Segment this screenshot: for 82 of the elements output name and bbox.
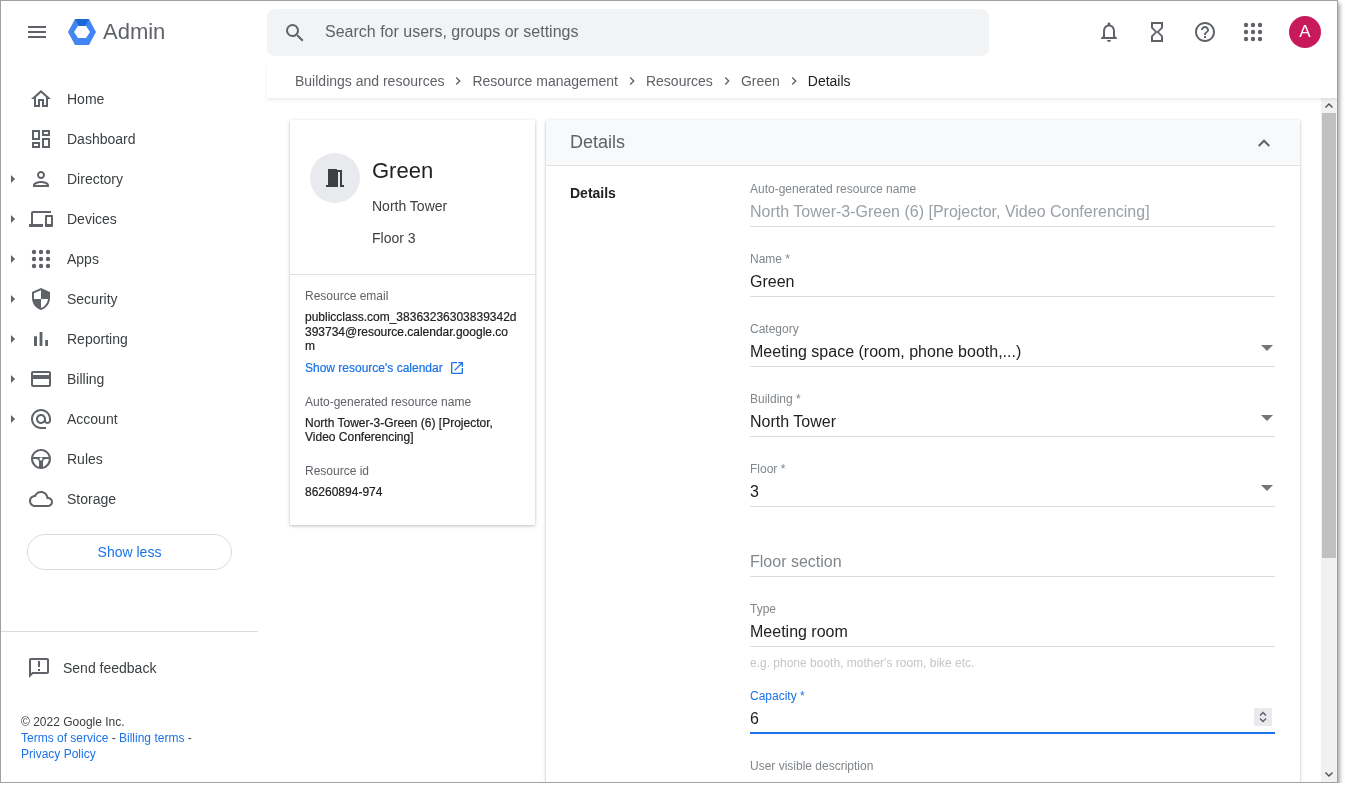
sidebar-item[interactable]: Rules <box>1 439 258 479</box>
caret-right-icon <box>11 335 15 343</box>
sidebar-item[interactable]: Dashboard <box>1 119 258 159</box>
sidebar-item[interactable]: Reporting <box>1 319 258 359</box>
section-label: Details <box>570 185 617 203</box>
info-label: Resource id <box>305 462 371 479</box>
sidebar-item[interactable]: Directory <box>1 159 258 199</box>
spinner-button[interactable] <box>1254 708 1272 726</box>
footer-link[interactable]: Billing terms <box>119 731 185 745</box>
floor-text: Floor 3 <box>372 229 417 248</box>
breadcrumb-link[interactable]: Details <box>807 72 851 89</box>
app-name: Admin <box>103 19 166 45</box>
field-label: Name * <box>750 252 791 266</box>
info-label: Resource email <box>305 288 390 304</box>
sidebar-item[interactable]: Storage <box>1 479 258 519</box>
dropdown-arrow-icon <box>1261 415 1273 421</box>
text-field[interactable]: Green <box>750 266 1275 297</box>
shield-icon <box>29 287 53 311</box>
breadcrumb-link[interactable]: Buildings and resources <box>295 72 445 89</box>
sidebar-item[interactable]: Devices <box>1 199 258 239</box>
caret-right-icon <box>11 295 15 303</box>
breadcrumb-link[interactable]: Resource management <box>472 72 618 89</box>
info-value: publicclass.com_38363236303839342d393734@resource.calendar.google.com <box>305 310 517 354</box>
dot-grid-icon <box>29 247 53 271</box>
calendar-link[interactable]: Show resource's calendar <box>305 359 465 376</box>
dashboard-icon <box>29 127 53 151</box>
panel-title: Details <box>570 132 626 153</box>
search-field[interactable]: Search for users, groups or settings <box>267 8 989 56</box>
caret-right-icon <box>11 175 15 183</box>
send-feedback-link[interactable]: Send feedback <box>27 656 157 680</box>
scrollbar-thumb[interactable] <box>1322 113 1336 558</box>
info-value: 86260894-974 <box>305 484 384 499</box>
field-label: Auto-generated resource name <box>750 182 918 196</box>
dropdown-arrow-icon <box>1261 345 1273 351</box>
door-icon <box>323 166 347 190</box>
info-label: Auto-generated resource name <box>305 393 473 410</box>
scroll-down-icon <box>1325 772 1333 777</box>
breadcrumb-link[interactable]: Green <box>740 72 780 89</box>
help-button[interactable] <box>1193 20 1217 44</box>
help-icon <box>1193 20 1217 44</box>
steering-wheel-icon <box>29 447 53 471</box>
field-label: Category <box>750 322 800 336</box>
scroll-up-icon <box>1325 103 1333 108</box>
text-field[interactable]: Meeting room <box>750 616 1275 647</box>
caret-right-icon <box>11 215 15 223</box>
dropdown-field[interactable]: North Tower <box>750 406 1275 437</box>
copyright-text: © 2022 Google Inc. <box>21 714 126 730</box>
show-less-button[interactable]: Show less <box>27 534 232 570</box>
info-value: North Tower-3-Green (6) [Projector, Video Conferencing] <box>305 415 494 445</box>
sidebar-item[interactable]: Account <box>1 399 258 439</box>
feedback-icon <box>27 656 51 680</box>
sidebar-item[interactable]: Apps <box>1 239 258 279</box>
field-label: Floor * <box>750 462 787 476</box>
sidebar-item[interactable]: Security <box>1 279 258 319</box>
caret-right-icon <box>11 415 15 423</box>
hexagon-logo-icon <box>67 18 97 46</box>
apps-button[interactable] <box>1241 20 1265 44</box>
field-label: User visible description <box>750 759 875 773</box>
footer-links: Terms of service - Billing terms - Privacy Policy <box>21 730 193 762</box>
caret-right-icon <box>11 375 15 383</box>
breadcrumb-link[interactable]: Resources <box>645 72 713 89</box>
at-sign-icon <box>29 407 53 431</box>
dropdown-field[interactable]: 3 <box>750 476 1275 507</box>
open-in-new-icon <box>448 359 465 376</box>
dropdown-arrow-icon <box>1261 485 1273 491</box>
building-text: North Tower <box>372 197 448 216</box>
up-down-icon <box>1259 711 1267 723</box>
field-label: Type <box>750 602 777 616</box>
text-field[interactable]: Floor section <box>750 546 1275 577</box>
field-hint: e.g. phone booth, mother's room, bike etc. <box>750 656 976 670</box>
chevron-up-icon <box>1258 138 1270 147</box>
footer-link[interactable]: Terms of service <box>21 731 109 745</box>
sidebar-item[interactable]: Home <box>1 79 258 119</box>
field-label: Building * <box>750 392 802 406</box>
sidebar-item[interactable]: Billing <box>1 359 258 399</box>
caret-right-icon <box>11 255 15 263</box>
resource-name: Green <box>372 158 435 184</box>
field-label: Capacity * <box>750 689 806 703</box>
dot-grid-icon <box>1241 20 1265 44</box>
footer-link[interactable]: Privacy Policy <box>21 747 96 761</box>
avatar[interactable]: A <box>1289 16 1321 48</box>
dropdown-field[interactable]: Meeting space (room, phone booth,...) <box>750 336 1275 367</box>
